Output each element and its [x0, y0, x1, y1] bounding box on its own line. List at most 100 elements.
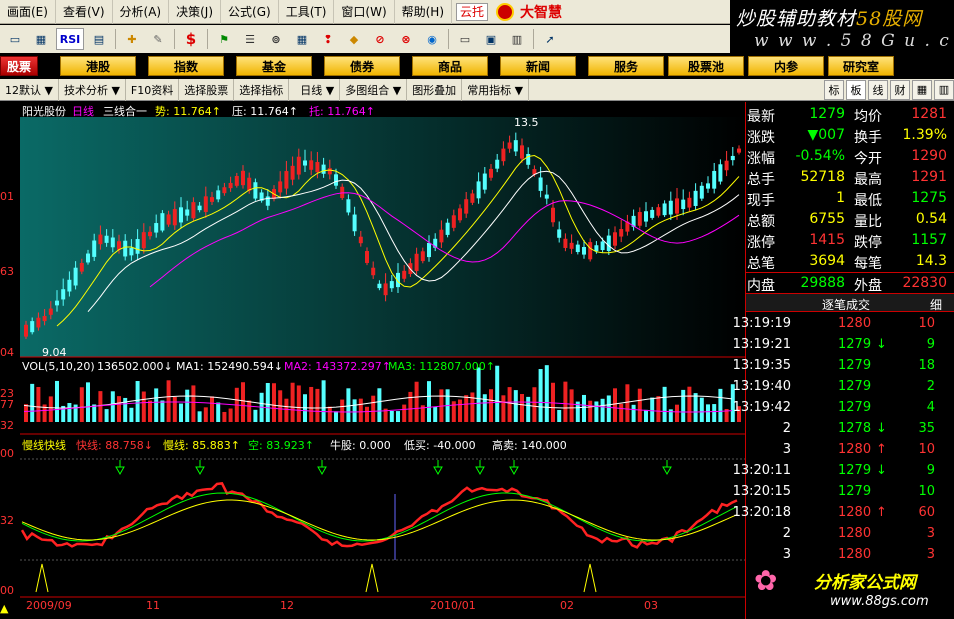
quote-label: 量比: [854, 214, 882, 230]
volume-bar: [681, 389, 686, 422]
nav-service[interactable]: 服务: [588, 56, 664, 76]
finance-button[interactable]: 财: [890, 79, 910, 100]
ya-value: 压: 11.764↑: [232, 105, 298, 118]
tick-price: 1279: [838, 358, 872, 373]
sell-signal-arrow: [317, 460, 327, 476]
alert-icon[interactable]: ❢: [317, 28, 339, 50]
cloud-button[interactable]: 云托: [456, 2, 489, 21]
candle-body: [191, 202, 196, 219]
ind-highsell: 高卖: 140.000: [492, 439, 567, 452]
candle-body: [588, 242, 593, 260]
tick-price: 1279: [838, 484, 872, 499]
tick-row: 13:20:11 1279 ↓ 9: [733, 461, 954, 482]
menu-item-formula[interactable]: 公式(G): [221, 0, 279, 24]
high-marker: 13.5: [514, 116, 539, 129]
nav-stock-pool[interactable]: 股票池: [668, 56, 744, 76]
volume-bar: [563, 381, 568, 422]
ruler-icon[interactable]: ✎: [147, 28, 169, 50]
flag-icon[interactable]: ⚑: [213, 28, 235, 50]
binoculars-icon[interactable]: ⊚: [265, 28, 287, 50]
chart-area[interactable]: 01 63 04 23 77 32 00 32 00 阳光股份 日线 三线合一 …: [0, 102, 745, 619]
help-pointer-icon[interactable]: ➚: [539, 28, 561, 50]
diamond-icon[interactable]: ◆: [343, 28, 365, 50]
bars-icon[interactable]: ▥: [506, 28, 528, 50]
default-layout-select[interactable]: 12默认 ▼: [0, 78, 59, 101]
candle-body: [414, 253, 419, 272]
tick-header-detail[interactable]: 细: [930, 296, 942, 313]
volume-bar: [495, 365, 500, 422]
volume-bar: [606, 395, 611, 422]
menu-item-window[interactable]: 窗口(W): [334, 0, 395, 24]
monitor-icon[interactable]: ▭: [4, 28, 26, 50]
menu-item-help[interactable]: 帮助(H): [395, 0, 453, 24]
tick-arrow: ↑: [876, 442, 887, 457]
globe-icon[interactable]: ◉: [421, 28, 443, 50]
nav-commodity[interactable]: 商品: [412, 56, 488, 76]
volume-bar: [613, 388, 617, 422]
menu-item-view-screen[interactable]: 画面(E): [0, 0, 56, 24]
vol-ma3: MA3: 112807.000↑: [388, 360, 495, 373]
tick-row: 13:19:35 1279 18: [733, 356, 954, 377]
nav-bond[interactable]: 债券: [324, 56, 400, 76]
tick-price: 1279: [838, 400, 872, 415]
nav-fund[interactable]: 基金: [236, 56, 312, 76]
f10-button[interactable]: F10资料: [126, 78, 180, 101]
grid-icon[interactable]: ▦: [30, 28, 52, 50]
candle-body: [464, 199, 469, 214]
volume-bar: [675, 404, 679, 422]
tech-analysis-select[interactable]: 技术分析 ▼: [59, 78, 126, 101]
menu-item-analysis[interactable]: 分析(A): [113, 0, 170, 24]
dollar-icon[interactable]: $: [180, 28, 202, 50]
window-icon[interactable]: ▭: [454, 28, 476, 50]
volume-bar: [402, 404, 407, 422]
volume-bar: [110, 391, 115, 422]
sell-signal-arrow: [195, 460, 205, 476]
board-button[interactable]: 板: [846, 79, 866, 100]
tick-price: 1278: [838, 421, 872, 436]
line-button[interactable]: 线: [868, 79, 888, 100]
volume-bar: [346, 388, 351, 422]
candle-body: [706, 183, 710, 189]
candle-body: [476, 181, 481, 199]
stop-icon[interactable]: ⊘: [369, 28, 391, 50]
quote-panel: 逐笔成交 细 最新 1279 均价 1281 涨跌 ▼007 换手 1.39% 涨幅 -0.54%…: [733, 102, 954, 619]
grid-view-icon[interactable]: ▦: [291, 28, 313, 50]
select-indicator-button[interactable]: 选择指标: [234, 78, 290, 101]
volume-bar: [662, 386, 667, 422]
quote-row: 总手 52718 最高 1291: [746, 167, 954, 189]
nav-stocks[interactable]: 股票: [0, 56, 38, 76]
select-stock-button[interactable]: 选择股票: [179, 78, 235, 101]
fast-line: [20, 481, 738, 549]
layout-icon[interactable]: ▦: [912, 79, 932, 100]
menu-item-view[interactable]: 查看(V): [56, 0, 113, 24]
menu-item-tools[interactable]: 工具(T): [279, 0, 335, 24]
screen-icon[interactable]: ▣: [480, 28, 502, 50]
sell-signal-arrow: [433, 460, 443, 476]
nav-research[interactable]: 研究室: [828, 56, 894, 76]
period-select[interactable]: 日线 ▼: [295, 78, 341, 101]
menu-item-decision[interactable]: 决策(J): [169, 0, 222, 24]
candle-body: [166, 214, 171, 225]
multi-chart-select[interactable]: 多图组合 ▼: [340, 78, 408, 101]
buy-signal-marker: [583, 563, 597, 593]
grid-small-icon[interactable]: ▥: [934, 79, 954, 100]
tick-arrow: ↓: [876, 337, 887, 352]
forbid-icon[interactable]: ⊗: [395, 28, 417, 50]
nav-hk-stocks[interactable]: 港股: [60, 56, 136, 76]
volume-bar: [513, 390, 518, 422]
candle-body: [718, 164, 723, 182]
ind-fast: 快线: 88.758↓: [76, 439, 153, 452]
mark-button[interactable]: 标: [824, 79, 844, 100]
low-marker: 9.04: [42, 346, 67, 359]
nav-insider[interactable]: 内参: [748, 56, 824, 76]
crosshair-icon[interactable]: ✚: [121, 28, 143, 50]
nav-index[interactable]: 指数: [148, 56, 224, 76]
rsi-button[interactable]: RSI: [56, 28, 84, 50]
candle-body: [594, 245, 599, 252]
list-icon[interactable]: ☰: [239, 28, 261, 50]
volume-bar: [272, 383, 276, 422]
chart-icon[interactable]: ▤: [88, 28, 110, 50]
common-indicators-select[interactable]: 常用指标 ▼: [462, 78, 530, 101]
overlay-button[interactable]: 图形叠加: [407, 78, 463, 101]
nav-news[interactable]: 新闻: [500, 56, 576, 76]
